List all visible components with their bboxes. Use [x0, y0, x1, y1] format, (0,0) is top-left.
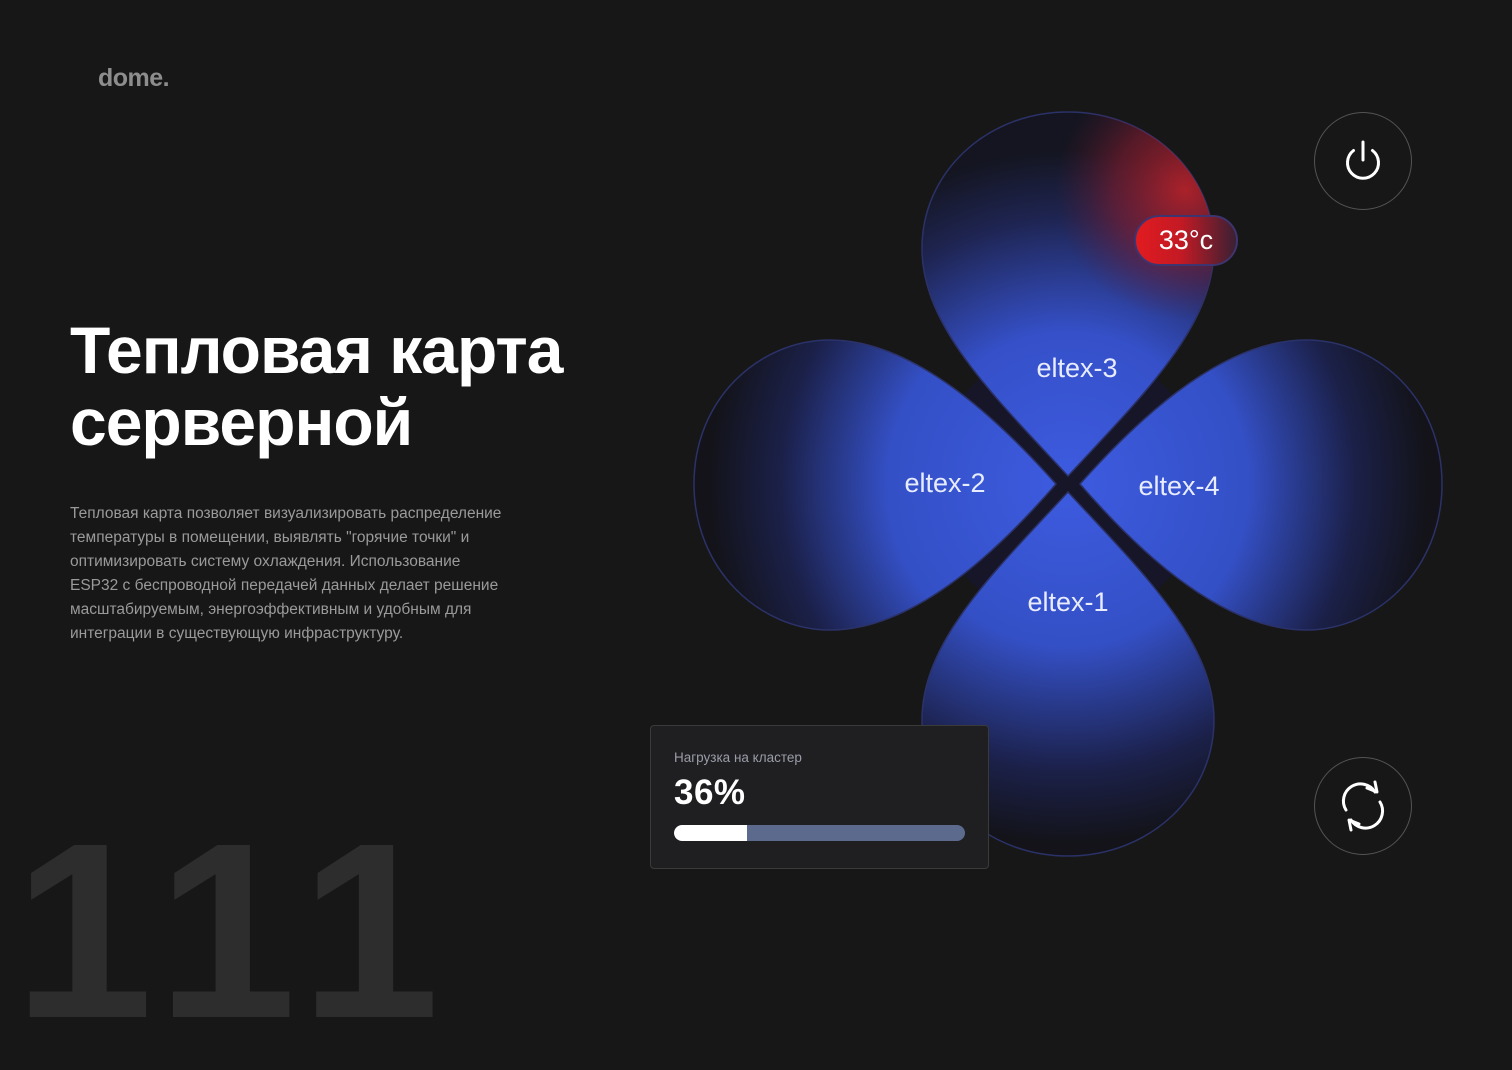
- cluster-load-card: Нагрузка на кластер 36%: [650, 725, 989, 869]
- petal-label-top: eltex-3: [1036, 353, 1117, 383]
- petal-label-left: eltex-2: [904, 468, 985, 498]
- refresh-icon: [1341, 780, 1385, 832]
- refresh-button[interactable]: [1314, 757, 1412, 855]
- power-icon: [1346, 140, 1380, 180]
- petal-label-bottom: eltex-1: [1027, 587, 1108, 617]
- cluster-load-value: 36%: [674, 773, 746, 812]
- cluster-load-bar: [674, 825, 965, 841]
- petal-label-right: eltex-4: [1138, 471, 1219, 501]
- cluster-load-label: Нагрузка на кластер: [674, 750, 802, 765]
- temperature-badge: 33°c: [1134, 215, 1238, 266]
- cluster-load-bar-fill: [674, 825, 747, 841]
- power-button[interactable]: [1314, 112, 1412, 210]
